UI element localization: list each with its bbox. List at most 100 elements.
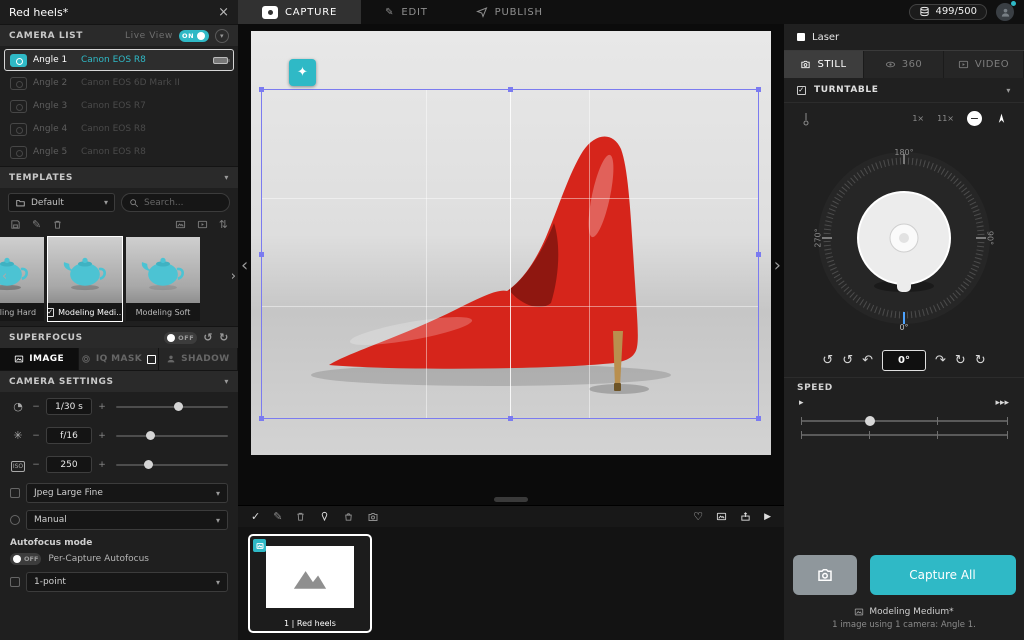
multi-shot-icon[interactable]: 11× [937, 114, 954, 123]
rotate-to-start-button[interactable]: ↺ [822, 353, 833, 368]
rotate-cw-step-button[interactable]: ↻ [955, 353, 966, 368]
next-camera-arrow[interactable]: › [774, 255, 781, 276]
tab-iq-mask[interactable]: IQ MASK [79, 348, 158, 370]
marquee-handle[interactable] [756, 87, 761, 92]
play-icon[interactable]: ▶ [764, 512, 771, 522]
camera-row-angle-2[interactable]: Angle 2 Canon EOS 6D Mark II [4, 72, 234, 94]
chevron-down-icon[interactable]: ▾ [1006, 86, 1011, 95]
image-icon[interactable] [716, 511, 727, 522]
trash-icon[interactable] [52, 219, 63, 230]
tab-publish[interactable]: PUBLISH [452, 0, 567, 24]
carousel-prev-button[interactable]: ‹ [2, 269, 7, 284]
pin-icon[interactable] [319, 511, 330, 522]
marquee-handle[interactable] [756, 252, 761, 257]
shutter-decrease-button[interactable]: − [32, 402, 40, 412]
autofocus-toggle[interactable]: OFF [10, 553, 41, 565]
focus-points-select[interactable]: 1-point ▾ [26, 572, 228, 592]
iso-decrease-button[interactable]: − [32, 460, 40, 470]
rotate-to-end-button[interactable]: ↻ [975, 353, 986, 368]
live-view-toggle[interactable]: ON [179, 30, 209, 42]
save-icon[interactable] [10, 219, 21, 230]
avatar[interactable] [996, 3, 1014, 21]
camera-icon[interactable] [367, 511, 379, 523]
marquee-handle[interactable] [508, 416, 513, 421]
laser-pointer-icon[interactable] [800, 112, 812, 126]
carousel-next-button[interactable]: › [231, 269, 236, 284]
nudge-cw-button[interactable]: ↷ [935, 353, 946, 368]
nudge-ccw-button[interactable]: ↶ [862, 353, 873, 368]
template-checkbox[interactable]: ✓ [48, 308, 54, 317]
slider-knob[interactable] [144, 460, 153, 469]
refresh-cw-icon[interactable]: ↻ [219, 331, 229, 344]
template-folder-select[interactable]: Default ▾ [8, 193, 115, 212]
iso-increase-button[interactable]: + [98, 460, 106, 470]
camera-settings-header[interactable]: CAMERA SETTINGS ▾ [0, 370, 238, 392]
marquee-handle[interactable] [259, 416, 264, 421]
aperture-value-field[interactable]: f/16 [46, 427, 92, 444]
sort-icon[interactable]: ⇅ [219, 218, 228, 231]
iso-slider[interactable] [116, 464, 228, 466]
turntable-checkbox[interactable]: ✓ [797, 86, 806, 95]
edit-template-icon[interactable]: ✎ [32, 218, 41, 231]
trash-icon[interactable] [295, 511, 306, 522]
aperture-slider[interactable] [116, 435, 228, 437]
filmstrip-thumbnail-selected[interactable]: 1 | Red heels [248, 534, 372, 633]
close-project-button[interactable]: × [218, 5, 229, 20]
tab-video[interactable]: VIDEO [944, 51, 1024, 78]
speed-slider[interactable] [801, 420, 1007, 422]
edit-image-icon[interactable]: ✎ [273, 510, 282, 523]
iq-mask-checkbox[interactable] [147, 355, 156, 364]
tab-360[interactable]: 360 [864, 51, 944, 78]
collapse-camera-list-button[interactable]: ▾ [215, 29, 229, 43]
panel-drag-handle[interactable] [494, 497, 528, 502]
tab-laser-label[interactable]: Laser [812, 32, 839, 43]
tab-still[interactable]: STILL [784, 51, 864, 78]
angle-input[interactable]: 0° [882, 350, 926, 371]
previous-camera-arrow[interactable]: ‹ [241, 255, 248, 276]
turntable-dial[interactable]: 180° 90° 270° 0° [804, 130, 1004, 346]
export-icon[interactable] [740, 511, 751, 522]
acceleration-slider[interactable] [801, 434, 1007, 436]
image-icon[interactable] [175, 219, 186, 230]
ai-enhance-badge[interactable]: ✦ [289, 59, 316, 86]
north-arrow-icon[interactable] [995, 112, 1008, 125]
shutter-increase-button[interactable]: + [98, 402, 106, 412]
single-shot-icon[interactable]: 1× [912, 114, 924, 123]
templates-header[interactable]: TEMPLATES ▾ [0, 166, 238, 188]
camera-row-angle-1[interactable]: Angle 1 Canon EOS R8 [4, 49, 234, 71]
slider-knob[interactable] [174, 402, 183, 411]
capture-all-button[interactable]: Capture All [870, 555, 1016, 595]
zoom-out-icon[interactable]: − [967, 111, 982, 126]
favorite-icon[interactable]: ♡ [693, 510, 703, 523]
camera-row-angle-5[interactable]: Angle 5 Canon EOS R8 [4, 141, 234, 163]
marquee-handle[interactable] [508, 87, 513, 92]
aperture-decrease-button[interactable]: − [32, 431, 40, 441]
quality-select[interactable]: Jpeg Large Fine ▾ [26, 483, 228, 503]
single-capture-button[interactable] [793, 555, 857, 595]
play-fast-button[interactable]: ▸▸▸ [995, 398, 1009, 408]
speed-slider-knob[interactable] [865, 416, 875, 426]
play-slow-button[interactable]: ▸ [799, 398, 804, 408]
tab-shadow[interactable]: SHADOW [159, 348, 238, 370]
iso-value-field[interactable]: 250 [46, 456, 92, 473]
camera-row-angle-3[interactable]: Angle 3 Canon EOS R7 [4, 95, 234, 117]
marquee-handle[interactable] [259, 252, 264, 257]
tab-image[interactable]: IMAGE [0, 348, 79, 370]
mode-select[interactable]: Manual ▾ [26, 510, 228, 530]
marquee-handle[interactable] [259, 87, 264, 92]
superfocus-toggle[interactable]: OFF [164, 332, 197, 344]
template-modeling-soft[interactable]: Modeling Soft [126, 237, 200, 321]
template-search-input[interactable] [144, 198, 214, 208]
bag-icon[interactable] [343, 511, 354, 522]
select-all-icon[interactable]: ✓ [251, 510, 260, 523]
shutter-slider[interactable] [116, 406, 228, 408]
slider-knob[interactable] [146, 431, 155, 440]
rotate-ccw-step-button[interactable]: ↺ [842, 353, 853, 368]
crop-marquee[interactable] [261, 89, 759, 419]
marquee-handle[interactable] [756, 416, 761, 421]
camera-row-angle-4[interactable]: Angle 4 Canon EOS R8 [4, 118, 234, 140]
shutter-value-field[interactable]: 1/30 s [46, 398, 92, 415]
aperture-increase-button[interactable]: + [98, 431, 106, 441]
template-modeling-medium[interactable]: ✓ Modeling Medi... [48, 237, 122, 321]
tab-capture[interactable]: CAPTURE [238, 0, 361, 24]
